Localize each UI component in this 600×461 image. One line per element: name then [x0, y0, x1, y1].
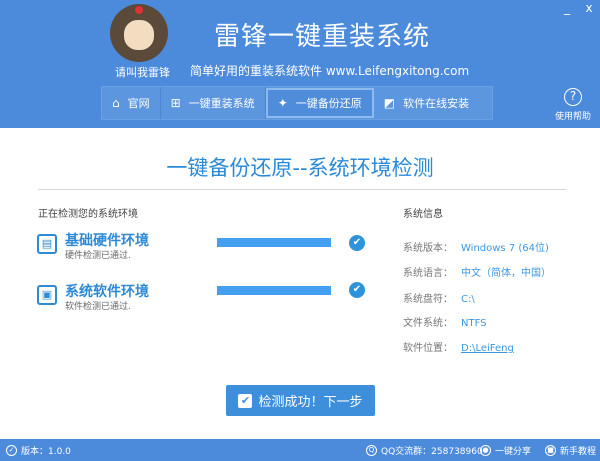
tutorial-icon: ■	[545, 445, 556, 456]
mascot-avatar	[110, 4, 168, 62]
hardware-progress	[217, 238, 331, 247]
nav-label: 一键重装系统	[188, 97, 255, 110]
check-desc: 硬件检测已通过.	[65, 251, 131, 261]
info-key: 系统版本：	[403, 243, 453, 254]
version-icon: ✓	[6, 445, 17, 456]
tutorial-label: 新手教程	[560, 447, 597, 457]
info-value: 中文（简体，中国）	[461, 268, 551, 279]
info-filesystem: 文件系统： NTFS	[403, 314, 487, 329]
app-subtitle: 简单好用的重装系统软件 www.Leifengxitong.com	[190, 64, 470, 78]
nav-official-site[interactable]: ⌂ 官网	[102, 87, 161, 119]
nav-backup-restore[interactable]: ✦ 一键备份还原	[265, 88, 374, 118]
info-key: 系统盘符：	[403, 294, 453, 305]
help-button[interactable]: ? 使用帮助	[553, 88, 593, 122]
hardware-icon: ▤	[37, 234, 57, 254]
info-title: 系统信息	[403, 209, 443, 220]
home-icon: ⌂	[112, 96, 120, 110]
location-link[interactable]: D:\LeiFeng	[461, 343, 514, 354]
info-os-version: 系统版本： Windows 7 (64位)	[403, 239, 549, 254]
next-label: 检测成功！下一步	[258, 395, 363, 410]
nav-software-install[interactable]: ◩ 软件在线安装	[374, 87, 479, 119]
info-drive: 系统盘符： C:\	[403, 290, 475, 305]
info-language: 系统语言： 中文（简体，中国）	[403, 264, 551, 279]
windows-icon: ⊞	[170, 96, 181, 110]
app-title: 雷锋一键重装系统	[214, 22, 431, 52]
qq-label: QQ交流群：258738960	[381, 447, 483, 457]
info-value: NTFS	[461, 318, 487, 329]
info-value: C:\	[461, 294, 475, 305]
footer: ✓ 版本：1.0.0 Q QQ交流群：258738960 ● 一键分享 ■ 新手教程	[0, 439, 600, 461]
software-progress	[217, 286, 331, 295]
tutorial-button[interactable]: ■ 新手教程	[545, 444, 596, 457]
page-title: 一键备份还原--系统环境检测	[166, 156, 434, 180]
monitor-icon: ▣	[37, 285, 57, 305]
qq-icon: Q	[366, 445, 377, 456]
close-button[interactable]: x	[578, 0, 600, 18]
info-key: 文件系统：	[403, 318, 453, 329]
qq-group[interactable]: Q QQ交流群：258738960	[366, 444, 483, 457]
mascot-name: 请叫我雷锋	[115, 66, 170, 79]
nav-reinstall[interactable]: ⊞ 一键重装系统	[161, 87, 266, 119]
version-info: ✓ 版本：1.0.0	[6, 444, 71, 457]
info-value: Windows 7 (64位)	[461, 243, 549, 254]
check-icon: ✔	[349, 282, 365, 298]
header: 请叫我雷锋 雷锋一键重装系统 简单好用的重装系统软件 www.Leifengxi…	[0, 0, 600, 128]
share-icon: ●	[480, 445, 491, 456]
info-location: 软件位置： D:\LeiFeng	[403, 339, 514, 354]
progress-fill	[217, 238, 331, 247]
divider	[38, 189, 566, 190]
next-button[interactable]: ✔ 检测成功！下一步	[226, 385, 375, 416]
nav-label: 官网	[127, 97, 150, 110]
detect-label: 正在检测您的系统环境	[38, 209, 138, 220]
progress-fill	[217, 286, 331, 295]
check-name: 系统软件环境	[65, 284, 149, 300]
share-button[interactable]: ● 一键分享	[480, 444, 531, 457]
help-label: 使用帮助	[554, 112, 591, 122]
grid-icon: ◩	[383, 96, 396, 110]
help-icon: ?	[564, 88, 582, 106]
check-name: 基础硬件环境	[65, 233, 149, 249]
version-label: 版本：1.0.0	[21, 447, 71, 457]
info-key: 软件位置：	[403, 343, 453, 354]
info-key: 系统语言：	[403, 268, 453, 279]
main-nav: ⌂ 官网 ⊞ 一键重装系统 ✦ 一键备份还原 ◩ 软件在线安装	[101, 86, 493, 120]
check-icon: ✔	[349, 235, 365, 251]
checkbox-icon: ✔	[238, 393, 253, 408]
share-label: 一键分享	[495, 447, 532, 457]
bird-icon: ✦	[277, 96, 288, 110]
check-desc: 软件检测已通过.	[65, 302, 131, 312]
minimize-button[interactable]: _	[556, 0, 578, 18]
nav-label: 一键备份还原	[295, 97, 362, 110]
nav-label: 软件在线安装	[403, 97, 470, 110]
